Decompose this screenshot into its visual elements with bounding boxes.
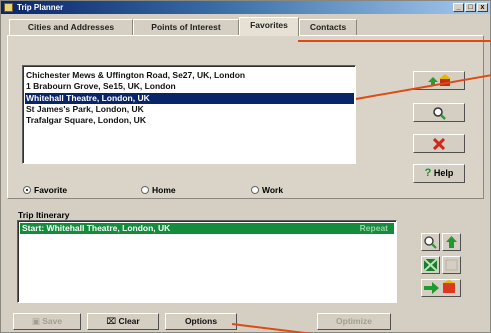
save-label: Save	[42, 316, 63, 326]
trip-planner-window: Trip Planner _ □ x Cities and Addresses …	[0, 0, 491, 333]
go-route-button[interactable]	[421, 279, 461, 297]
tab-favorites[interactable]: Favorites	[239, 17, 299, 36]
red-x-icon	[432, 137, 446, 151]
itinerary-row-label: Start: Whitehall Theatre, London, UK	[22, 223, 171, 233]
app-icon	[4, 3, 13, 12]
favorites-list[interactable]: Chichester Mews & Uffington Road, Se27, …	[22, 65, 356, 164]
save-button[interactable]: ▣ Save	[13, 313, 81, 330]
radio-label: Home	[152, 185, 176, 195]
itinerary-label: Trip Itinerary	[18, 210, 70, 220]
maximize-button[interactable]: □	[465, 3, 476, 12]
tab-contacts[interactable]: Contacts	[299, 19, 357, 35]
tab-points-of-interest[interactable]: Points of Interest	[133, 19, 239, 35]
list-item[interactable]: Trafalgar Square, London, UK	[26, 115, 146, 126]
help-button-label: Help	[433, 168, 454, 178]
magnifier-icon	[433, 107, 446, 120]
move-up-button[interactable]	[442, 233, 461, 251]
radio-work[interactable]: Work	[251, 184, 283, 196]
help-button[interactable]: ? Help	[413, 164, 465, 183]
clear-label: Clear	[118, 316, 140, 326]
callout-line-favorites-tab	[298, 40, 491, 42]
move-down-button[interactable]	[442, 256, 461, 274]
arrow-up-icon	[446, 236, 457, 248]
itinerary-list[interactable]: Start: Whitehall Theatre, London, UK Rep…	[17, 220, 397, 303]
list-item[interactable]: Chichester Mews & Uffington Road, Se27, …	[26, 70, 245, 81]
question-mark-icon: ?	[424, 167, 432, 179]
radio-dot	[23, 186, 31, 194]
list-item[interactable]: St James's Park, London, UK	[26, 104, 144, 115]
minimize-button[interactable]: _	[453, 3, 464, 12]
radio-label: Work	[262, 185, 284, 195]
radio-label: Favorite	[34, 185, 68, 195]
route-arrow-icon	[424, 280, 455, 294]
zoom-icon	[424, 236, 437, 249]
find-favorite-button[interactable]	[413, 103, 465, 122]
list-item[interactable]: 1 Brabourn Grove, Se15, UK, London	[26, 81, 176, 92]
close-button[interactable]: x	[477, 3, 488, 12]
itinerary-zoom-button[interactable]	[421, 233, 440, 251]
window-title: Trip Planner	[17, 3, 64, 12]
options-button[interactable]: Options	[165, 313, 237, 330]
list-item-selected[interactable]: Whitehall Theatre, London, UK	[25, 93, 354, 104]
green-grid-icon	[423, 258, 438, 272]
radio-favorite[interactable]: Favorite	[23, 184, 67, 196]
title-bar[interactable]: Trip Planner _ □ x	[1, 1, 490, 14]
radio-dot	[141, 186, 149, 194]
clear-icon: ⌧	[106, 316, 117, 326]
clear-route-button[interactable]	[421, 256, 440, 274]
optimize-button[interactable]: Optimize	[317, 313, 391, 330]
clear-button[interactable]: ⌧ Clear	[87, 313, 159, 330]
radio-home[interactable]: Home	[141, 184, 176, 196]
delete-favorite-button[interactable]	[413, 134, 465, 153]
tab-cities-and-addresses[interactable]: Cities and Addresses	[9, 19, 133, 35]
radio-dot	[251, 186, 259, 194]
itinerary-row[interactable]: Start: Whitehall Theatre, London, UK Rep…	[20, 223, 394, 234]
itinerary-row-flag: Repeat	[359, 223, 388, 233]
arrow-down-disabled-icon	[445, 259, 458, 271]
save-icon: ▣	[31, 316, 40, 326]
